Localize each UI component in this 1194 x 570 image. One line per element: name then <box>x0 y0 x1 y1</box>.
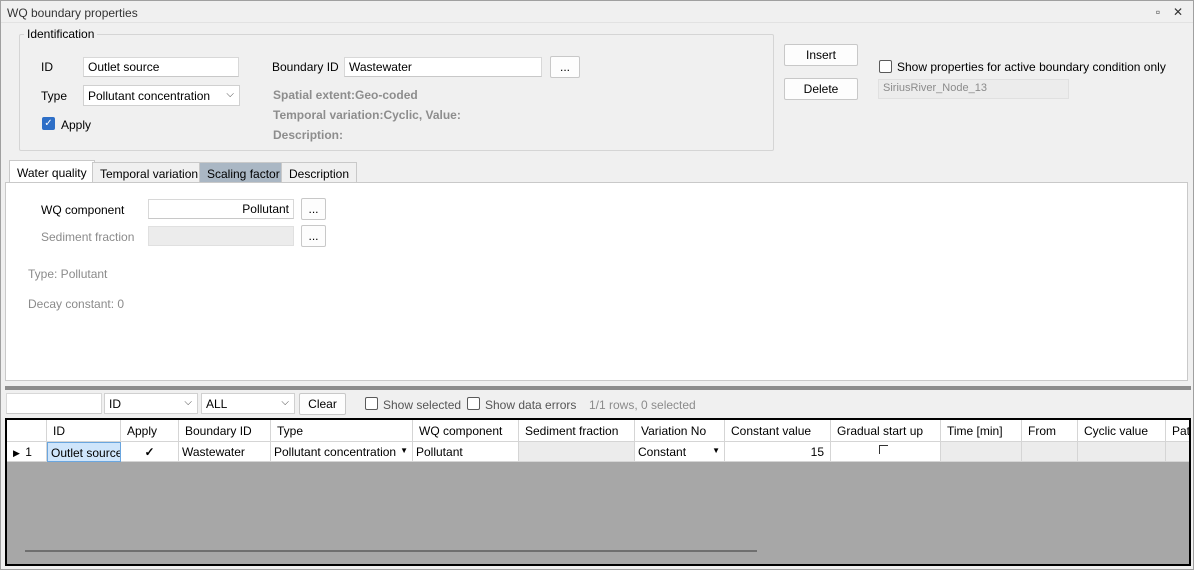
tab-scaling-factor[interactable]: Scaling factor <box>199 162 288 183</box>
wq-component-label: WQ component <box>41 203 125 217</box>
chevron-down-icon: ⌵ <box>281 397 289 408</box>
tab-description[interactable]: Description <box>281 162 358 183</box>
close-icon[interactable]: ✕ <box>1171 5 1185 19</box>
decay-constant-text: Decay constant: 0 <box>28 297 125 311</box>
column-header-time-min[interactable]: Time [min] <box>941 420 1022 442</box>
wq-boundary-window: WQ boundary properties ▫ ✕ Identificatio… <box>0 0 1194 570</box>
boundary-id-input[interactable]: Wastewater <box>344 57 542 77</box>
apply-label: Apply <box>61 118 92 132</box>
column-header-id[interactable]: ID <box>47 420 121 442</box>
show-selected-label: Show selected <box>383 398 462 412</box>
column-header-constant-value[interactable]: Constant value <box>725 420 831 442</box>
title-bar: WQ boundary properties ▫ ✕ <box>1 1 1193 23</box>
show-active-only-label: Show properties for active boundary cond… <box>897 60 1166 74</box>
filter-field-select[interactable]: ID ⌵ <box>104 393 198 414</box>
chevron-down-icon: ⌵ <box>184 397 192 408</box>
cell-variation-no-value: Constant <box>638 445 687 459</box>
cell-time-min <box>941 442 1022 462</box>
row-number: 1 <box>25 445 32 459</box>
wq-component-browse-button[interactable]: ... <box>301 198 326 220</box>
restore-icon[interactable]: ▫ <box>1151 5 1165 19</box>
cell-gradual-start-up[interactable] <box>831 442 941 462</box>
show-active-only-checkbox[interactable] <box>879 60 892 73</box>
boundary-id-label: Boundary ID <box>272 60 339 74</box>
column-header-sediment-fraction[interactable]: Sediment fraction <box>519 420 635 442</box>
filter-field-value: ID <box>109 397 121 411</box>
cell-wq-component[interactable]: Pollutant <box>413 442 519 462</box>
dropdown-arrow-icon: ▼ <box>712 446 720 455</box>
insert-button[interactable]: Insert <box>784 44 858 66</box>
data-grid: ID Apply Boundary ID Type WQ component S… <box>5 418 1191 566</box>
type-label: Type <box>41 89 68 103</box>
type-select[interactable]: Pollutant concentration ⌵ <box>83 85 240 106</box>
dropdown-arrow-icon: ▼ <box>400 446 408 455</box>
horizontal-scrollbar[interactable] <box>25 550 757 552</box>
tab-water-quality[interactable]: Water quality <box>9 160 95 183</box>
type-select-value: Pollutant concentration <box>88 89 211 103</box>
column-header-apply[interactable]: Apply <box>121 420 179 442</box>
row-header[interactable]: ▶ 1 <box>7 442 47 462</box>
description-text: Description: <box>273 128 344 142</box>
window-title: WQ boundary properties <box>7 6 138 20</box>
cell-from <box>1022 442 1078 462</box>
splitter[interactable] <box>5 386 1191 390</box>
column-header-from[interactable]: From <box>1022 420 1078 442</box>
sediment-fraction-browse-button[interactable]: ... <box>301 225 326 247</box>
chevron-down-icon: ⌵ <box>226 89 234 100</box>
apply-checkbox[interactable]: ✓ <box>42 117 55 130</box>
cell-boundary-id[interactable]: Wastewater <box>179 442 271 462</box>
temporal-variation-text: Temporal variation:Cyclic, Value: <box>273 108 461 122</box>
id-label: ID <box>41 60 53 74</box>
show-selected-checkbox[interactable] <box>365 397 378 410</box>
cell-id[interactable]: Outlet source <box>47 442 121 462</box>
clear-filter-button[interactable]: Clear <box>299 393 346 415</box>
cell-constant-value[interactable]: 15 <box>725 442 831 462</box>
show-data-errors-label: Show data errors <box>485 398 577 412</box>
delete-button[interactable]: Delete <box>784 78 858 100</box>
column-header-type[interactable]: Type <box>271 420 413 442</box>
boundary-id-browse-button[interactable]: ... <box>550 56 580 78</box>
column-header-boundary-id[interactable]: Boundary ID <box>179 420 271 442</box>
identification-group-label: Identification <box>24 27 98 41</box>
node-readonly-field: SiriusRiver_Node_13 <box>878 79 1069 99</box>
column-header-gradual-start-up[interactable]: Gradual start up <box>831 420 941 442</box>
cell-type-value: Pollutant concentration <box>274 445 397 459</box>
row-header-corner <box>7 420 47 442</box>
show-data-errors-checkbox[interactable] <box>467 397 480 410</box>
filter-scope-select[interactable]: ALL ⌵ <box>201 393 295 414</box>
cell-apply[interactable]: ✓ <box>121 442 179 462</box>
filter-scope-value: ALL <box>206 397 228 411</box>
column-header-cyclic-value[interactable]: Cyclic value <box>1078 420 1166 442</box>
column-header-wq-component[interactable]: WQ component <box>413 420 519 442</box>
id-input[interactable]: Outlet source <box>83 57 239 77</box>
row-status-text: 1/1 rows, 0 selected <box>589 398 696 412</box>
spatial-extent-text: Spatial extent:Geo-coded <box>273 88 418 102</box>
type-info-text: Type: Pollutant <box>28 267 108 281</box>
cell-type[interactable]: Pollutant concentration ▼ <box>271 442 413 462</box>
column-header-pattern[interactable]: Patt <box>1166 420 1189 442</box>
column-header-variation-no[interactable]: Variation No <box>635 420 725 442</box>
sediment-fraction-input <box>148 226 294 246</box>
cell-sediment-fraction <box>519 442 635 462</box>
cell-pattern <box>1166 442 1189 462</box>
wq-component-input[interactable]: Pollutant <box>148 199 294 219</box>
sediment-fraction-label: Sediment fraction <box>41 230 135 244</box>
filter-search-input[interactable] <box>6 393 102 414</box>
tab-temporal-variation[interactable]: Temporal variation <box>92 162 207 183</box>
cell-cyclic-value <box>1078 442 1166 462</box>
gradual-start-up-checkbox[interactable] <box>879 445 888 454</box>
row-pointer-icon: ▶ <box>13 448 20 458</box>
cell-variation-no[interactable]: Constant ▼ <box>635 442 725 462</box>
